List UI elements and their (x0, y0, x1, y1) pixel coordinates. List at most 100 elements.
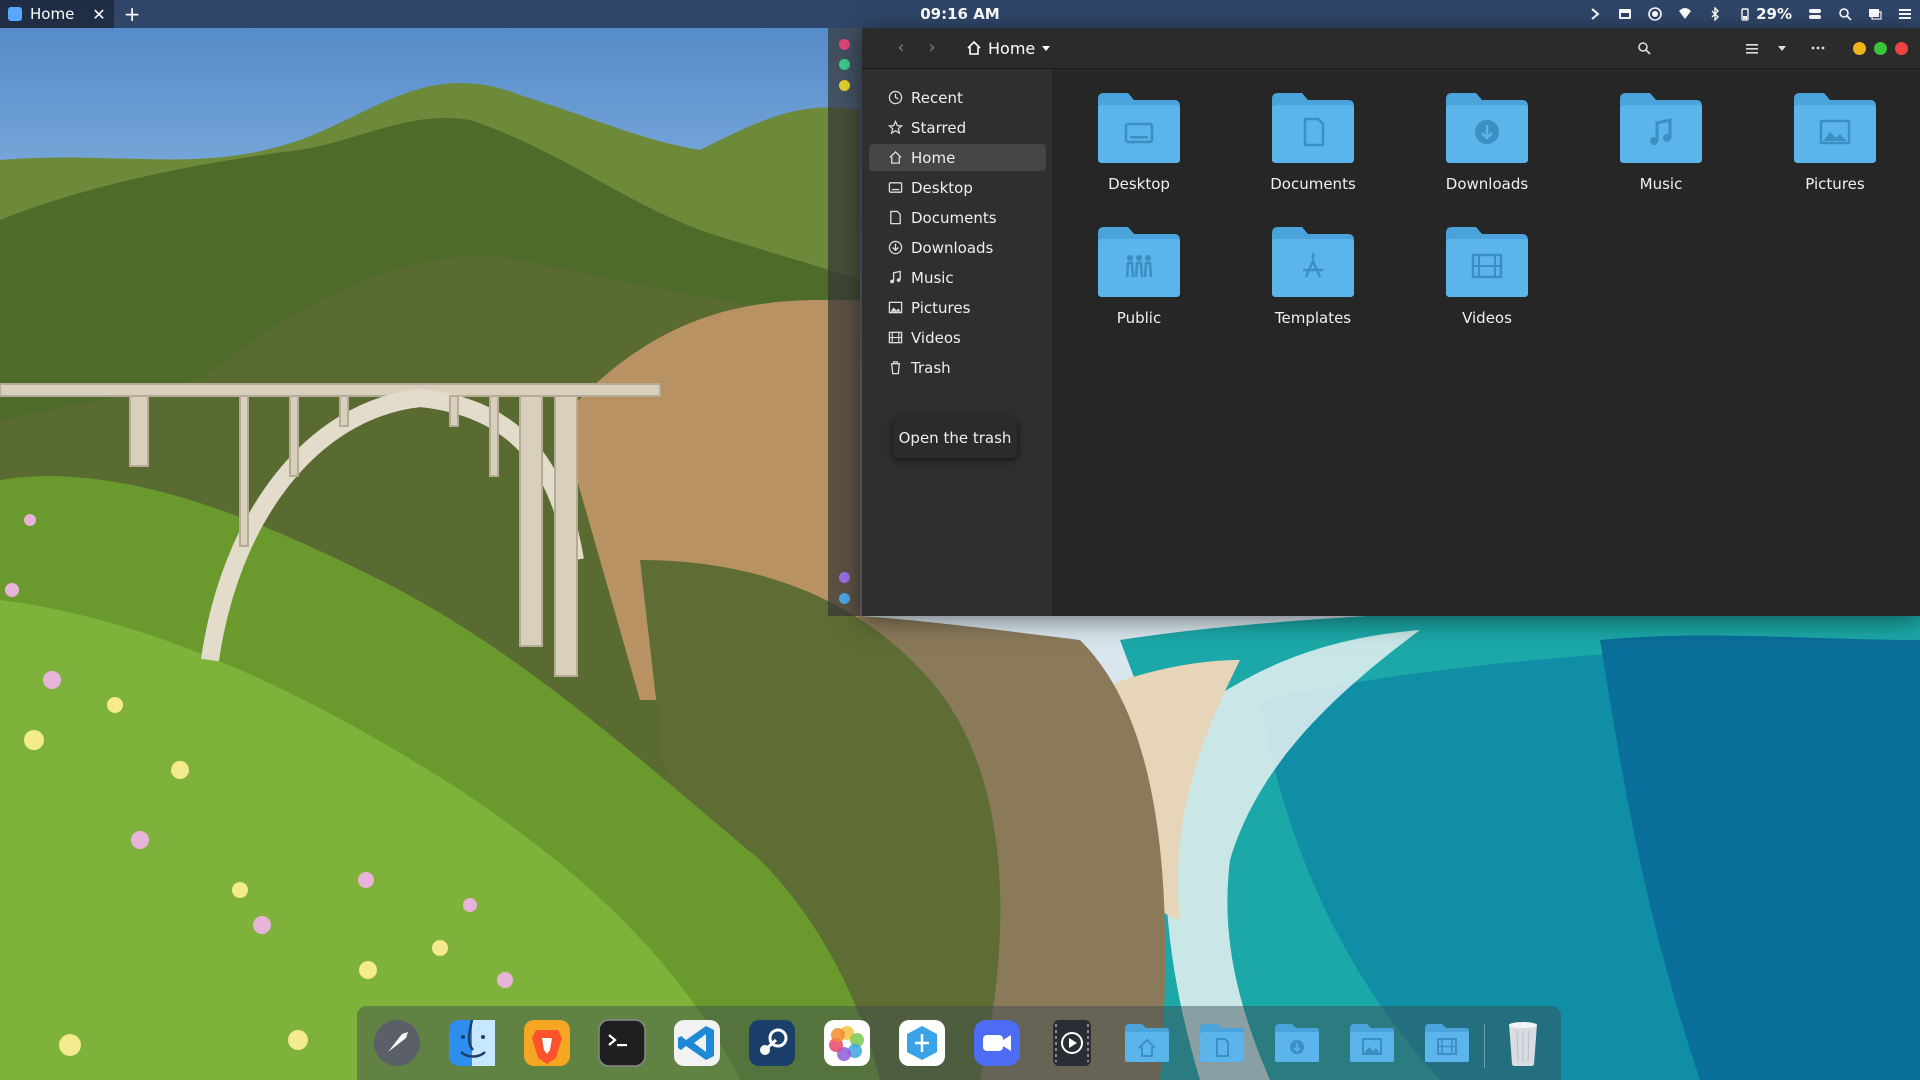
home-icon (887, 150, 903, 166)
wifi-icon[interactable] (1678, 7, 1692, 21)
system-tray: 29% (1588, 0, 1912, 28)
zoom-icon[interactable] (972, 1018, 1022, 1068)
video-player-icon[interactable] (1047, 1018, 1097, 1068)
folder-label: Music (1639, 175, 1683, 193)
sidebar-item-videos[interactable]: Videos (869, 324, 1046, 351)
minimize-button[interactable] (1853, 42, 1866, 55)
star-icon (887, 120, 903, 136)
location-button[interactable]: Home (966, 36, 1051, 60)
new-tab-icon[interactable]: + (124, 4, 141, 24)
workspace-dot[interactable] (839, 593, 850, 604)
documents-folder-icon[interactable] (1197, 1018, 1247, 1068)
sidebar: Trash Videos Pictures Music Downloads Documen… (862, 69, 1052, 616)
finder-icon[interactable] (447, 1018, 497, 1068)
brave-browser-icon[interactable] (522, 1018, 572, 1068)
forward-button[interactable]: › (921, 37, 943, 59)
sidebar-item-label: Starred (911, 118, 967, 137)
sidebar-item-music[interactable]: Music (869, 264, 1046, 291)
file-manager-window: ‹ › Home Trash Videos Pictures Music Downloa… (862, 28, 1920, 616)
maximize-button[interactable] (1874, 42, 1887, 55)
sidebar-item-starred[interactable]: Starred (869, 114, 1046, 141)
folder-label: Public (1116, 309, 1162, 327)
tab-close-icon[interactable]: ✕ (92, 5, 105, 24)
picture-folder-icon (1794, 93, 1876, 163)
folder-videos[interactable]: Videos (1407, 225, 1567, 345)
record-icon[interactable] (1648, 7, 1662, 21)
battery-icon (1738, 7, 1752, 21)
downloads-folder-icon[interactable] (1272, 1018, 1322, 1068)
workspace-dot[interactable] (839, 80, 850, 91)
workspace-dot[interactable] (839, 59, 850, 70)
sidebar-item-desktop[interactable]: Desktop (869, 174, 1046, 201)
tooltip: Open the trash (893, 418, 1017, 458)
sidebar-item-downloads[interactable]: Downloads (869, 234, 1046, 261)
sidebar-item-label: Documents (911, 208, 997, 227)
people-folder-icon (1098, 227, 1180, 297)
music-folder-icon (1620, 93, 1702, 163)
app-store-icon[interactable] (897, 1018, 947, 1068)
more-options-button[interactable] (1808, 38, 1828, 58)
folder-label: Templates (1274, 309, 1352, 327)
search-icon[interactable] (1838, 7, 1852, 21)
window-icon[interactable] (1618, 7, 1632, 21)
terminal-icon[interactable] (597, 1018, 647, 1068)
workspace-dot[interactable] (839, 572, 850, 583)
sidebar-item-home[interactable]: Home (869, 144, 1046, 171)
window-tab-home[interactable]: Home ✕ (0, 0, 114, 28)
music-icon (887, 270, 903, 286)
location-label: Home (988, 38, 1036, 58)
templates-folder-icon (1272, 227, 1354, 297)
search-button[interactable] (1634, 38, 1654, 58)
more-icon (1811, 46, 1825, 50)
menu-icon[interactable] (1898, 7, 1912, 21)
sidebar-item-pictures[interactable]: Pictures (869, 294, 1046, 321)
battery-indicator[interactable]: 29% (1738, 5, 1792, 23)
view-options-button[interactable] (1772, 38, 1792, 58)
folder-label: Downloads (1445, 175, 1529, 193)
video-icon (887, 330, 903, 346)
clock-icon (887, 90, 903, 106)
document-icon (887, 210, 903, 226)
home-icon (967, 40, 981, 55)
folder-music[interactable]: Music (1581, 91, 1741, 211)
folder-downloads[interactable]: Downloads (1407, 91, 1567, 211)
folder-public[interactable]: Public (1059, 225, 1219, 345)
folder-documents[interactable]: Documents (1233, 91, 1393, 211)
sidebar-item-trash[interactable]: Trash (869, 354, 1046, 381)
trash-icon[interactable] (1498, 1018, 1548, 1068)
download-folder-icon (1446, 93, 1528, 163)
chevron-right-icon[interactable] (1588, 7, 1602, 21)
photos-icon[interactable] (822, 1018, 872, 1068)
back-button[interactable]: ‹ (890, 37, 912, 59)
launchpad-icon[interactable] (372, 1018, 422, 1068)
screen-icon[interactable] (1868, 7, 1882, 21)
sidebar-item-documents[interactable]: Documents (869, 204, 1046, 231)
trash-icon (887, 360, 903, 376)
top-panel: Home ✕ + 09:16 AM 29% (0, 0, 1920, 28)
dock (357, 1006, 1561, 1080)
pictures-folder-icon[interactable] (1347, 1018, 1397, 1068)
folder-pictures[interactable]: Pictures (1755, 91, 1915, 211)
chevron-down-icon (1042, 46, 1051, 51)
picture-icon (887, 300, 903, 316)
sidebar-item-label: Desktop (911, 178, 973, 197)
sidebar-item-recent[interactable]: Recent (869, 84, 1046, 111)
home-folder-icon[interactable] (1122, 1018, 1172, 1068)
list-view-button[interactable] (1742, 38, 1762, 58)
vscode-icon[interactable] (672, 1018, 722, 1068)
folder-templates[interactable]: Templates (1233, 225, 1393, 345)
sidebar-item-label: Music (911, 268, 954, 287)
folder-desktop[interactable]: Desktop (1059, 91, 1219, 211)
file-view: Desktop Documents Downloads Music Pictures Pu… (1052, 69, 1920, 616)
folder-label: Pictures (1805, 175, 1865, 193)
workspace-dot[interactable] (839, 39, 850, 50)
document-folder-icon (1272, 93, 1354, 163)
bluetooth-icon[interactable] (1708, 7, 1722, 21)
sidebar-item-label: Home (911, 148, 956, 167)
toggle-icon[interactable] (1808, 7, 1822, 21)
steam-icon[interactable] (747, 1018, 797, 1068)
videos-folder-icon[interactable] (1422, 1018, 1472, 1068)
list-view-icon (1746, 44, 1758, 54)
file-manager-app-icon (8, 7, 22, 21)
close-button[interactable] (1895, 42, 1908, 55)
